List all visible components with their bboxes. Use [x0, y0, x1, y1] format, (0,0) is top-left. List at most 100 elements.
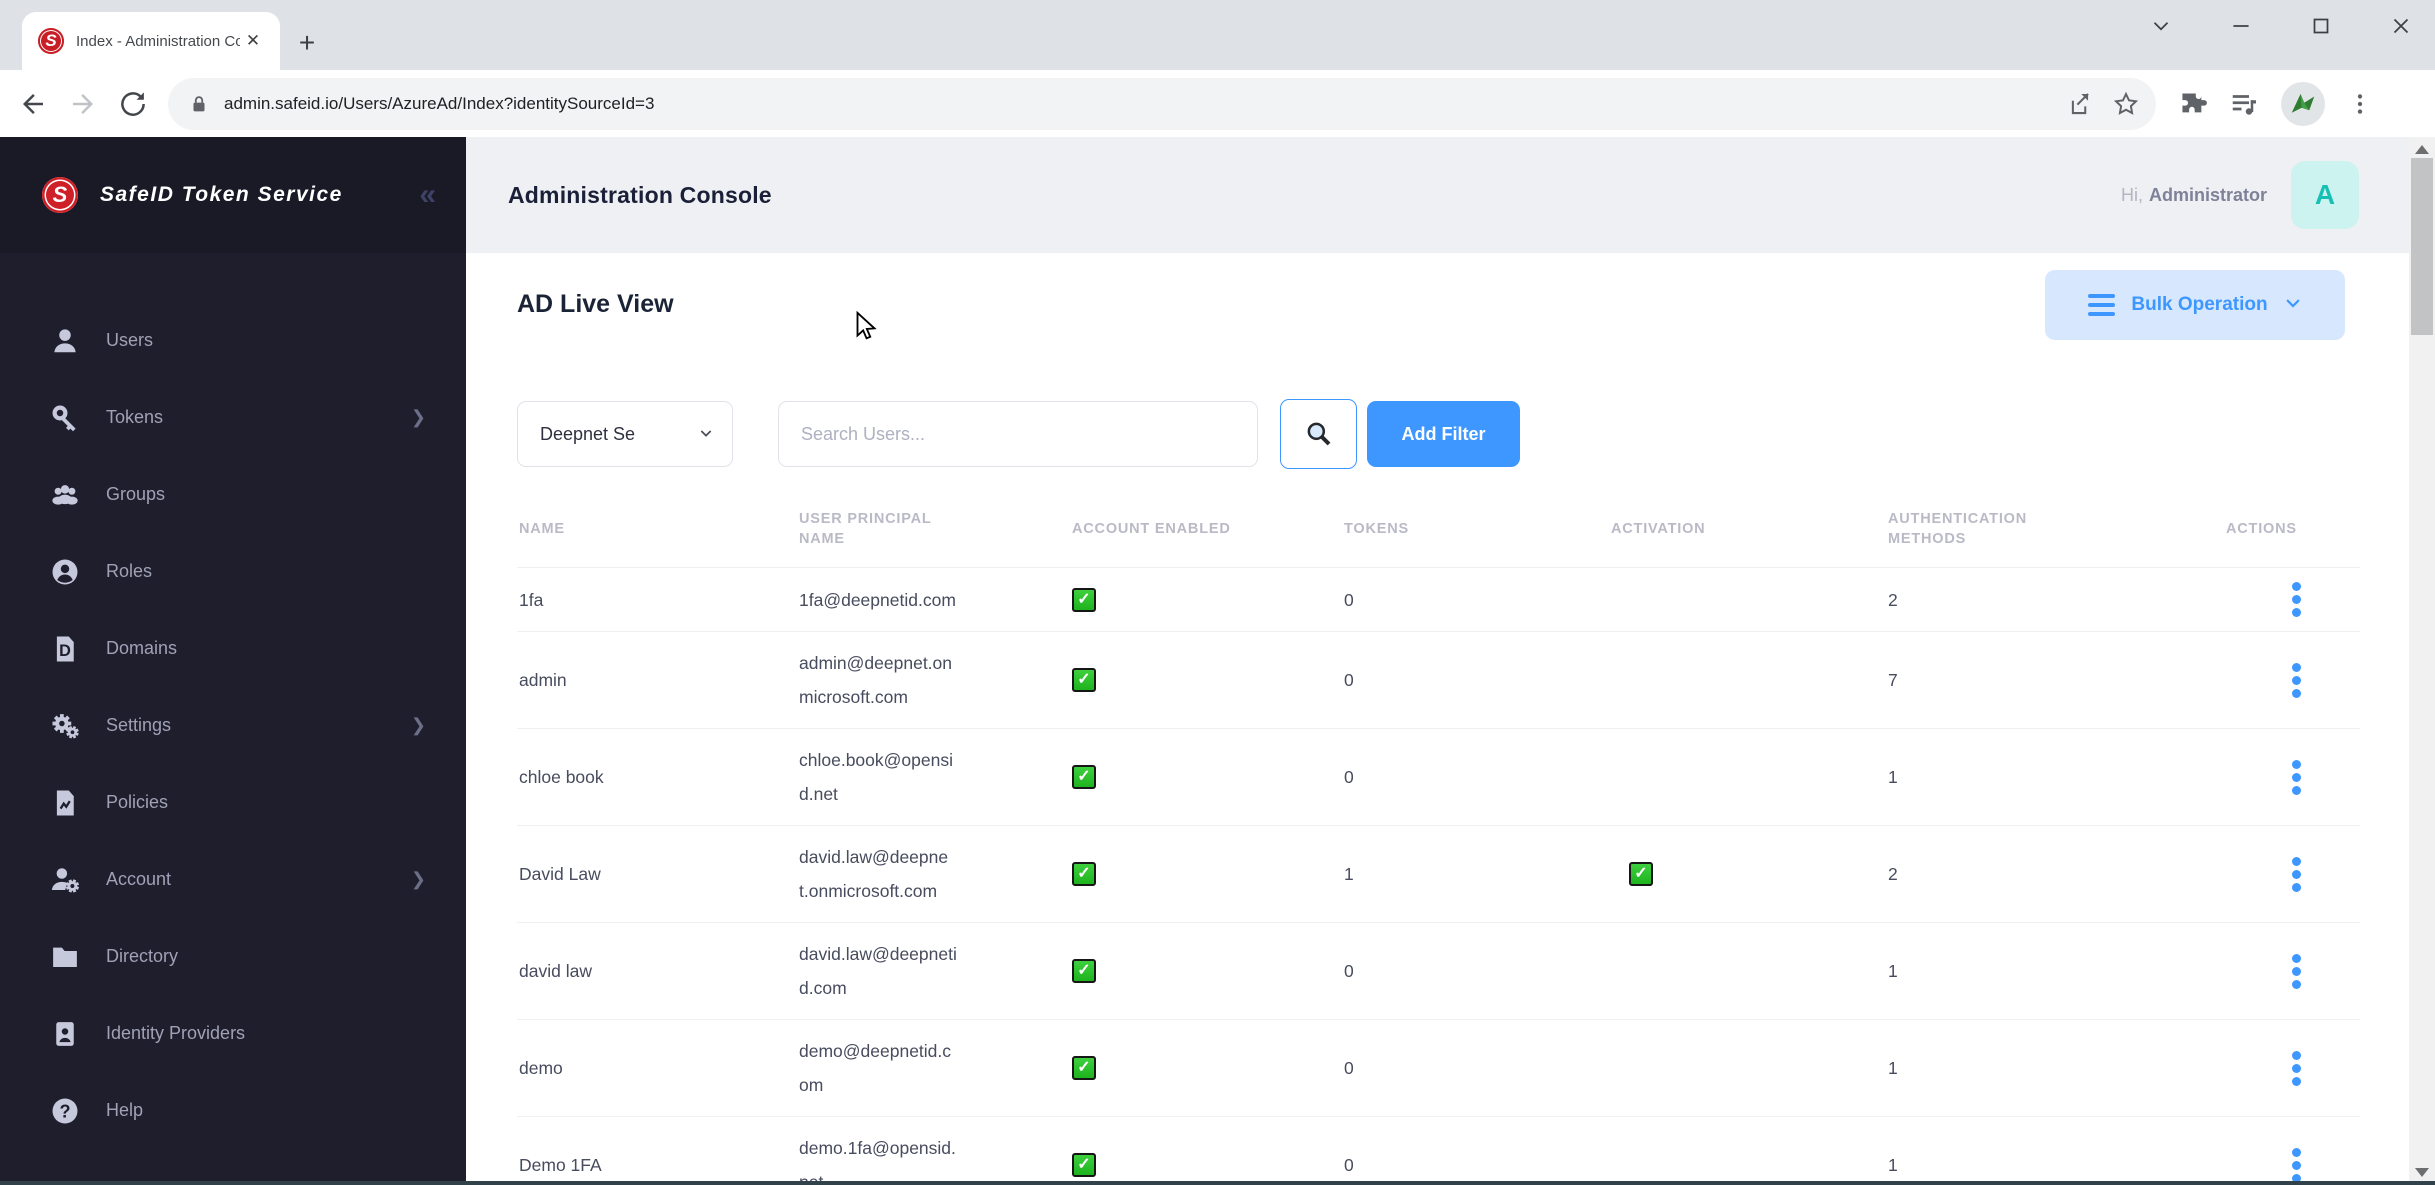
search-button[interactable] [1280, 399, 1357, 469]
col-name: NAME [519, 521, 565, 537]
account-enabled-checkbox: ✓ [1072, 765, 1096, 789]
cell-tokens: 0 [1342, 567, 1609, 632]
row-actions-kebab-icon[interactable] [2276, 856, 2316, 892]
cell-tokens: 0 [1342, 1019, 1609, 1117]
row-actions-kebab-icon[interactable] [2276, 662, 2316, 698]
browser-tab-strip: S Index - Administration Console ✕ + [0, 0, 2435, 70]
row-actions-kebab-icon[interactable] [2276, 759, 2316, 795]
forward-icon[interactable] [66, 87, 100, 121]
back-icon[interactable] [16, 87, 50, 121]
page-title: AD Live View [517, 290, 674, 318]
sidebar-item[interactable]: Directory ❯ [0, 918, 466, 995]
sidebar-item[interactable]: Policies ❯ [0, 764, 466, 841]
chevron-right-icon: ❯ [410, 407, 426, 427]
table-row: Demo 1FA demo.1fa@opensid.net ✓ 0 ✓ 1 [517, 1116, 2360, 1185]
brand-header: S SafeID Token Service « [0, 137, 466, 253]
table-header-row: NAME USER PRINCIPAL NAME ACCOUNT ENABLED… [517, 503, 2360, 568]
user-avatar[interactable]: A [2291, 161, 2359, 229]
sidebar-collapse-icon[interactable]: « [419, 178, 436, 212]
scrollbar-up-icon[interactable] [2415, 145, 2429, 154]
tab-title: Index - Administration Console [76, 32, 240, 50]
scrollbar-thumb[interactable] [2411, 158, 2433, 335]
user-greeting: Hi, Administrator [2121, 185, 2267, 206]
sidebar-item[interactable]: Identity Providers ❯ [0, 995, 466, 1072]
sidebar-item[interactable]: Tokens ❯ [0, 379, 466, 456]
sidebar-item[interactable]: Settings ❯ [0, 687, 466, 764]
sidebar-item[interactable]: Domains ❯ [0, 610, 466, 687]
table-row: david law david.law@deepnetid.com ✓ 0 ✓ … [517, 922, 2360, 1020]
cell-upn: demo.1fa@opensid.net [799, 1138, 956, 1185]
table-row: 1fa 1fa@deepnetid.com ✓ 0 ✓ 2 [517, 567, 2360, 632]
address-bar[interactable]: admin.safeid.io/Users/AzureAd/Index?iden… [168, 77, 2156, 130]
sidebar-item[interactable]: Help ❯ [0, 1072, 466, 1149]
row-actions-kebab-icon[interactable] [2276, 582, 2316, 617]
window-close-button[interactable] [2383, 8, 2419, 44]
share-icon[interactable] [2065, 90, 2092, 117]
account-enabled-checkbox: ✓ [1072, 862, 1096, 886]
new-tab-button[interactable]: + [292, 29, 322, 60]
cell-upn: demo@deepnetid.com [799, 1041, 952, 1095]
chevron-down-icon [2284, 294, 2302, 316]
sidebar-nav: Users ❯ Tokens ❯ Groups ❯ Roles [0, 253, 466, 1149]
browser-profile-avatar[interactable] [2281, 81, 2325, 126]
account-gear-icon [50, 865, 80, 895]
browser-menu-kebab-icon[interactable] [2347, 91, 2373, 117]
browser-tab[interactable]: S Index - Administration Console ✕ [22, 12, 280, 70]
add-filter-button[interactable]: Add Filter [1367, 401, 1520, 467]
folder-icon [50, 942, 80, 972]
url-text: admin.safeid.io/Users/AzureAd/Index?iden… [224, 93, 655, 113]
sidebar-item[interactable]: Roles ❯ [0, 533, 466, 610]
reload-icon[interactable] [116, 87, 150, 121]
cell-name: 1fa [517, 567, 797, 632]
row-actions-kebab-icon[interactable] [2276, 953, 2316, 989]
scrollbar-down-icon[interactable] [2415, 1168, 2429, 1177]
cell-auth-methods: 1 [1886, 1019, 2224, 1117]
cell-upn: david.law@deepnetid.com [799, 944, 957, 998]
col-actions: ACTIONS [2226, 521, 2297, 537]
account-enabled-checkbox: ✓ [1072, 668, 1096, 692]
col-account-enabled: ACCOUNT ENABLED [1072, 521, 1231, 537]
bottom-edge-strip [0, 1181, 2435, 1185]
identity-source-select[interactable]: Deepnet Se [517, 401, 733, 467]
policy-icon [50, 788, 80, 818]
window-maximize-button[interactable] [2303, 8, 2339, 44]
greeting-prefix: Hi, [2120, 184, 2143, 205]
activation-checkbox: ✓ [1629, 862, 1653, 886]
main-content: AD Live View Bulk Operation Deepnet Se A… [466, 253, 2409, 1185]
playlist-icon[interactable] [2229, 89, 2259, 119]
sidebar-item[interactable]: Groups ❯ [0, 456, 466, 533]
select-chevron-icon [698, 425, 714, 444]
page-scrollbar[interactable] [2409, 137, 2435, 1185]
brand-name: SafeID Token Service [100, 183, 343, 206]
table-row: demo demo@deepnetid.com ✓ 0 ✓ 1 [517, 1019, 2360, 1117]
window-chevron-icon[interactable] [2143, 8, 2179, 44]
cell-upn: david.law@deepnet.onmicrosoft.com [799, 847, 949, 901]
account-enabled-checkbox: ✓ [1072, 587, 1096, 612]
cell-auth-methods: 1 [1886, 922, 2224, 1020]
lock-icon [193, 95, 205, 111]
cell-auth-methods: 7 [1886, 631, 2224, 729]
help-icon [50, 1096, 80, 1126]
account-enabled-checkbox: ✓ [1072, 1056, 1096, 1080]
domain-icon [50, 634, 80, 664]
col-auth-methods: AUTHENTICATION METHODS [1888, 511, 2028, 547]
cell-name: admin [517, 631, 797, 729]
cell-name: demo [517, 1019, 797, 1117]
sidebar-item[interactable]: Account ❯ [0, 841, 466, 918]
sidebar-item[interactable]: Users ❯ [0, 302, 466, 379]
row-actions-kebab-icon[interactable] [2276, 1050, 2316, 1086]
gears-icon [50, 711, 80, 741]
search-input[interactable] [778, 401, 1258, 467]
app-header: Administration Console Hi, Administrator … [466, 137, 2409, 253]
cell-tokens: 0 [1342, 728, 1609, 826]
window-minimize-button[interactable] [2223, 8, 2259, 44]
table-row: David Law david.law@deepnet.onmicrosoft.… [517, 825, 2360, 923]
bulk-operation-button[interactable]: Bulk Operation [2045, 270, 2345, 340]
cell-name: Demo 1FA [517, 1116, 797, 1185]
user-icon [50, 326, 80, 356]
tab-close-icon[interactable]: ✕ [240, 28, 266, 54]
cell-auth-methods: 1 [1886, 728, 2224, 826]
extensions-icon[interactable] [2178, 89, 2207, 118]
bookmark-star-icon[interactable] [2112, 90, 2140, 118]
row-actions-kebab-icon[interactable] [2276, 1147, 2316, 1183]
